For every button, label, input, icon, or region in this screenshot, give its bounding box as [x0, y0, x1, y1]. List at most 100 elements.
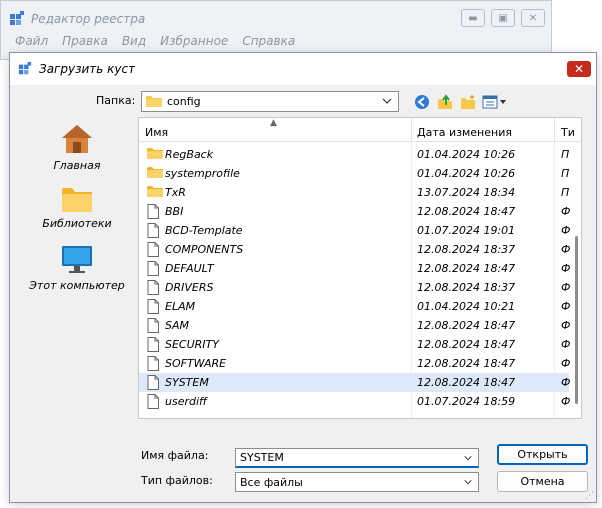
minimize-button[interactable]: ▬: [461, 9, 485, 27]
look-in-dropdown[interactable]: config: [141, 91, 399, 112]
vertical-scrollbar[interactable]: [575, 236, 578, 404]
file-row[interactable]: RegBack 01.04.2024 10:26 П: [139, 145, 569, 164]
file-name: DEFAULT: [165, 262, 214, 275]
file-name: systemprofile: [165, 167, 240, 180]
dialog-title: Загрузить куст: [39, 62, 136, 76]
file-name-value: SYSTEM: [240, 451, 284, 464]
file-icon: [147, 356, 159, 374]
file-name: DRIVERS: [165, 281, 214, 294]
places-bar: Главная Библиотеки Этот компьютер: [18, 119, 136, 419]
chevron-down-icon: [464, 479, 472, 485]
view-menu-button[interactable]: [482, 93, 508, 111]
view-menu-icon: [482, 95, 506, 109]
file-row[interactable]: userdiff 01.07.2024 18:59 Ф: [139, 392, 571, 411]
computer-icon: [62, 246, 92, 273]
file-type-select[interactable]: Все файлы: [235, 472, 479, 492]
file-row[interactable]: SAM 12.08.2024 18:47 Ф: [139, 316, 570, 336]
column-date-header[interactable]: Дата изменения: [417, 126, 512, 139]
file-icon: [147, 318, 159, 336]
file-row[interactable]: BCD-Template 01.07.2024 19:01 Ф: [139, 221, 571, 240]
column-separator[interactable]: [554, 118, 555, 142]
home-icon: [62, 125, 92, 153]
place-libraries[interactable]: Библиотеки: [18, 185, 136, 230]
registry-editor-window: Редактор реестра Файл Правка Вид Избранн…: [0, 0, 552, 60]
file-list-header: ▲ Имя Дата изменения Ти: [139, 118, 581, 142]
up-folder-button[interactable]: [436, 93, 454, 111]
menu-edit[interactable]: Правка: [62, 34, 108, 48]
file-type: Ф: [561, 205, 571, 218]
file-row[interactable]: DEFAULT 12.08.2024 18:47 Ф: [139, 259, 570, 279]
place-this-pc[interactable]: Этот компьютер: [18, 245, 136, 292]
file-name: COMPONENTS: [165, 243, 244, 256]
file-name-label: Имя файла:: [141, 449, 209, 462]
maximize-button[interactable]: ▣: [491, 9, 515, 27]
file-row[interactable]: COMPONENTS 12.08.2024 18:37 Ф: [139, 240, 570, 260]
folder-icon: [147, 147, 163, 163]
open-button[interactable]: Открыть: [497, 444, 588, 465]
file-name: SAM: [165, 319, 189, 332]
file-icon: [147, 242, 159, 260]
file-row[interactable]: SOFTWARE 12.08.2024 18:47 Ф: [139, 354, 570, 374]
libraries-icon: [62, 188, 92, 212]
close-button[interactable]: ✕: [521, 9, 545, 27]
file-name: SOFTWARE: [165, 357, 227, 370]
file-row[interactable]: systemprofile 01.04.2024 10:26 П: [139, 164, 569, 183]
file-name: RegBack: [165, 148, 214, 161]
registry-editor-titlebar: Редактор реестра: [9, 9, 145, 29]
place-this-pc-label: Этот компьютер: [29, 279, 125, 292]
file-date: 12.08.2024 18:47: [417, 357, 516, 370]
registry-editor-title: Редактор реестра: [31, 12, 146, 26]
file-row[interactable]: DRIVERS 12.08.2024 18:37 Ф: [139, 278, 570, 297]
file-name: BCD-Template: [165, 224, 243, 237]
file-date: 12.08.2024 18:37: [417, 281, 516, 294]
minimize-icon: ▬: [468, 12, 478, 24]
file-name: SYSTEM: [165, 376, 209, 389]
file-type: П: [561, 186, 570, 199]
file-date: 01.04.2024 10:26: [417, 167, 516, 180]
file-row[interactable]: SYSTEM 12.08.2024 18:47 Ф: [139, 373, 570, 393]
menu-view[interactable]: Вид: [122, 34, 146, 48]
file-icon: [147, 204, 159, 222]
column-separator[interactable]: [411, 118, 412, 142]
file-icon: [147, 375, 159, 393]
dialog-titlebar: Загрузить куст ✕: [10, 53, 596, 85]
dialog-close-button[interactable]: ✕: [567, 61, 591, 77]
chevron-down-icon: [464, 455, 472, 461]
column-type-header[interactable]: Ти: [561, 126, 575, 139]
file-type: П: [561, 148, 570, 161]
file-name: TxR: [165, 186, 186, 199]
new-folder-icon: [461, 95, 475, 109]
file-type: П: [561, 167, 570, 180]
file-date: 01.07.2024 18:59: [417, 395, 516, 408]
file-row[interactable]: ELAM 01.04.2024 10:21 Ф: [139, 297, 570, 316]
back-icon: [415, 95, 429, 109]
file-name: ELAM: [165, 300, 196, 313]
place-libraries-label: Библиотеки: [42, 217, 112, 230]
file-date: 01.04.2024 10:21: [417, 300, 516, 313]
file-date: 12.08.2024 18:47: [417, 338, 516, 351]
new-folder-button[interactable]: [459, 93, 477, 111]
file-date: 12.08.2024 18:37: [417, 243, 516, 256]
file-date: 12.08.2024 18:47: [417, 376, 516, 389]
place-home[interactable]: Главная: [18, 123, 136, 172]
file-date: 01.04.2024 10:26: [417, 148, 516, 161]
menu-help[interactable]: Справка: [242, 34, 295, 48]
cancel-button[interactable]: Отмена: [497, 471, 588, 492]
file-type-label: Тип файлов:: [141, 474, 213, 487]
file-row[interactable]: SECURITY 12.08.2024 18:47 Ф: [139, 335, 570, 354]
file-date: 12.08.2024 18:47: [417, 262, 516, 275]
file-list[interactable]: ▲ Имя Дата изменения Ти RegBack 01.04.202…: [138, 117, 582, 419]
file-row[interactable]: TxR 13.07.2024 18:34 П: [139, 183, 569, 202]
file-row[interactable]: BBI 12.08.2024 18:47 Ф: [139, 202, 571, 222]
file-icon: [147, 261, 159, 279]
file-type: Ф: [561, 395, 571, 408]
resize-grip-icon[interactable]: ⋰: [585, 492, 594, 501]
file-date: 12.08.2024 18:47: [417, 319, 516, 332]
menu-file[interactable]: Файл: [15, 34, 48, 48]
column-name-header[interactable]: Имя: [145, 126, 168, 139]
file-type: Ф: [561, 224, 571, 237]
file-name: BBI: [165, 205, 184, 218]
back-button[interactable]: [413, 93, 431, 111]
file-name-input[interactable]: SYSTEM: [235, 448, 479, 468]
menu-favorites[interactable]: Избранное: [160, 34, 228, 48]
